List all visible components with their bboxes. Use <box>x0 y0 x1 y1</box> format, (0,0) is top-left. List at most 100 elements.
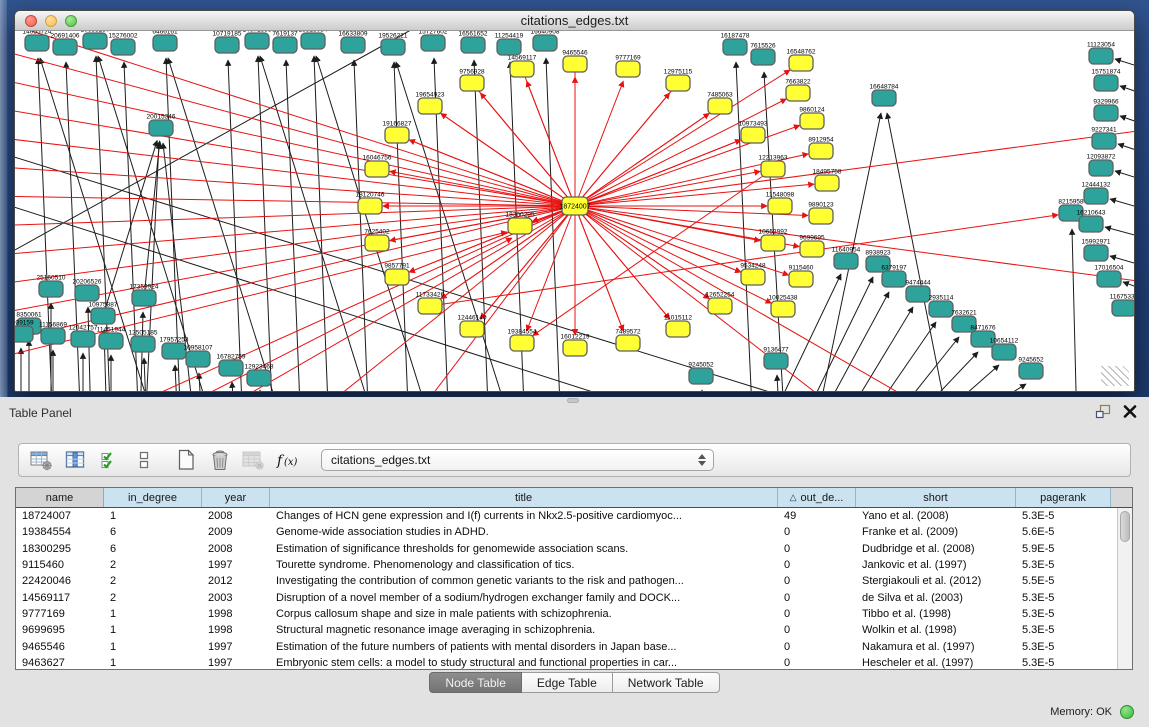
graph-node[interactable]: 7485063 <box>707 92 733 115</box>
graph-node[interactable]: 9115460 <box>789 265 814 288</box>
graph-node[interactable]: 10653257 <box>81 31 110 49</box>
close-panel-button[interactable] <box>1123 405 1137 423</box>
graph-node[interactable]: 8939159 <box>15 320 34 343</box>
graph-node[interactable]: 7625402 <box>364 229 390 252</box>
graph-node[interactable]: 9756928 <box>459 69 485 92</box>
graph-node[interactable]: 11123054 <box>1087 42 1115 65</box>
graph-edge[interactable] <box>260 390 263 391</box>
table-row[interactable]: 2242004622012Investigating the contribut… <box>16 573 1132 589</box>
graph-edge[interactable] <box>15 206 575 226</box>
window-resize-grip[interactable] <box>1101 366 1129 386</box>
graph-edge[interactable] <box>575 126 1134 206</box>
graph-node[interactable]: 10958107 <box>184 345 213 368</box>
zoom-window-button[interactable] <box>65 15 77 27</box>
graph-node[interactable]: 16187478 <box>721 33 750 56</box>
graph-node[interactable]: 18300295 <box>506 212 535 235</box>
graph-node[interactable]: 8912954 <box>808 137 834 160</box>
graph-node[interactable]: 7663822 <box>785 79 811 102</box>
graph-node[interactable]: 15276002 <box>109 33 138 56</box>
table-row[interactable]: 1872400712008Changes of HCN gene express… <box>16 508 1132 524</box>
graph-edge[interactable] <box>838 307 913 391</box>
graph-node[interactable]: 11733426 <box>416 292 445 315</box>
graph-node[interactable]: 16782759 <box>217 354 246 377</box>
network-canvas[interactable]: 18724007 11548098 12213963 10973493 7485063 1… <box>15 31 1134 391</box>
graph-node[interactable]: 12444132 <box>1082 182 1111 205</box>
column-header-year[interactable]: year <box>202 488 270 507</box>
float-panel-button[interactable] <box>1095 404 1111 424</box>
graph-node[interactable]: 11156869 <box>39 322 67 345</box>
network-window-titlebar[interactable]: citations_edges.txt <box>15 11 1134 31</box>
graph-edge[interactable] <box>474 60 489 391</box>
graph-node[interactable]: 10653992 <box>759 229 788 252</box>
graph-node[interactable]: 2935114 <box>929 295 954 318</box>
graph-edge[interactable] <box>1115 171 1134 190</box>
graph-node[interactable]: 14671355 <box>243 31 272 49</box>
graph-node[interactable]: 11548098 <box>766 192 795 215</box>
graph-node[interactable]: 18495758 <box>813 169 842 192</box>
column-header-short[interactable]: short <box>856 488 1016 507</box>
function-builder-button[interactable]: f (x) <box>274 447 301 474</box>
graph-edge[interactable] <box>884 337 959 391</box>
graph-node[interactable]: 9136477 <box>763 347 789 370</box>
table-row[interactable]: 911546021997Tourette syndrome. Phenomeno… <box>16 557 1132 573</box>
graph-node[interactable]: 16548762 <box>787 49 816 72</box>
table-row[interactable]: 969969511998Structural magnetic resonanc… <box>16 622 1132 638</box>
graph-edge[interactable] <box>1118 144 1134 163</box>
graph-node[interactable]: 9777169 <box>615 55 641 78</box>
graph-node[interactable]: 12213963 <box>759 155 788 178</box>
graph-node[interactable]: 9227341 <box>1091 127 1117 150</box>
graph-node[interactable]: 17359924 <box>130 284 159 307</box>
graph-edge[interactable] <box>144 141 160 298</box>
graph-node[interactable]: 18724007 <box>559 197 590 215</box>
graph-edge[interactable] <box>575 81 623 206</box>
graph-node[interactable]: 16633809 <box>339 31 368 53</box>
graph-node[interactable]: 17016504 <box>1095 265 1124 288</box>
graph-node[interactable]: 6379197 <box>881 265 907 288</box>
graph-node[interactable]: 19654923 <box>416 92 445 115</box>
close-window-button[interactable] <box>25 15 37 27</box>
graph-node[interactable]: 15751874 <box>1092 69 1121 92</box>
graph-node[interactable]: 11451944 <box>97 327 126 350</box>
delete-rows-button[interactable] <box>206 447 233 474</box>
table-scrollbar-thumb[interactable] <box>1120 511 1130 542</box>
graph-node[interactable]: 9465546 <box>562 50 588 73</box>
graph-edge[interactable] <box>15 196 575 206</box>
graph-edge[interactable] <box>951 384 1026 391</box>
graph-node[interactable]: 12093872 <box>1087 154 1116 177</box>
graph-node[interactable]: 25160510 <box>37 275 66 298</box>
graph-node[interactable]: 12975115 <box>664 69 693 92</box>
tab-node-table[interactable]: Node Table <box>429 672 522 693</box>
graph-node[interactable]: 12042757 <box>69 325 98 348</box>
graph-node[interactable]: 9890123 <box>808 202 834 225</box>
graph-node[interactable]: 16561652 <box>459 31 488 53</box>
graph-node[interactable]: 10719185 <box>213 31 242 53</box>
graph-edge[interactable] <box>15 31 445 261</box>
table-row[interactable]: 1830029562008Estimation of significance … <box>16 541 1132 557</box>
graph-node[interactable]: 18313054 <box>299 31 328 49</box>
graph-node[interactable]: 6466161 <box>152 31 178 51</box>
checkbox-list-button[interactable] <box>130 447 157 474</box>
graph-edge[interactable] <box>175 365 178 391</box>
graph-node[interactable]: 10654112 <box>990 338 1019 361</box>
graph-node[interactable]: 19526221 <box>379 33 408 56</box>
graph-edge[interactable] <box>314 56 329 391</box>
graph-node[interactable]: 12652254 <box>706 292 735 315</box>
graph-node[interactable]: 11675335 <box>1110 294 1134 317</box>
graph-node[interactable]: 16046756 <box>363 155 392 178</box>
row-checklist-button[interactable] <box>96 447 123 474</box>
graph-node[interactable]: 12446140 <box>458 315 487 338</box>
graph-node[interactable]: 10973493 <box>739 121 768 144</box>
graph-node[interactable]: 19166827 <box>383 121 412 144</box>
graph-edge[interactable] <box>354 60 369 391</box>
graph-node[interactable]: 11254419 <box>495 33 524 56</box>
graph-node[interactable]: 16210643 <box>1077 210 1106 233</box>
graph-node[interactable]: 14569117 <box>508 55 537 78</box>
graph-node[interactable]: 10025438 <box>769 295 798 318</box>
graph-edge[interactable] <box>232 382 235 391</box>
graph-edge[interactable] <box>533 169 773 336</box>
column-visibility-button[interactable] <box>62 447 89 474</box>
tab-network-table[interactable]: Network Table <box>613 672 720 693</box>
graph-node[interactable]: 14055724 <box>23 31 52 51</box>
graph-node[interactable]: 20691406 <box>51 33 80 56</box>
graph-edge[interactable] <box>1072 229 1077 391</box>
